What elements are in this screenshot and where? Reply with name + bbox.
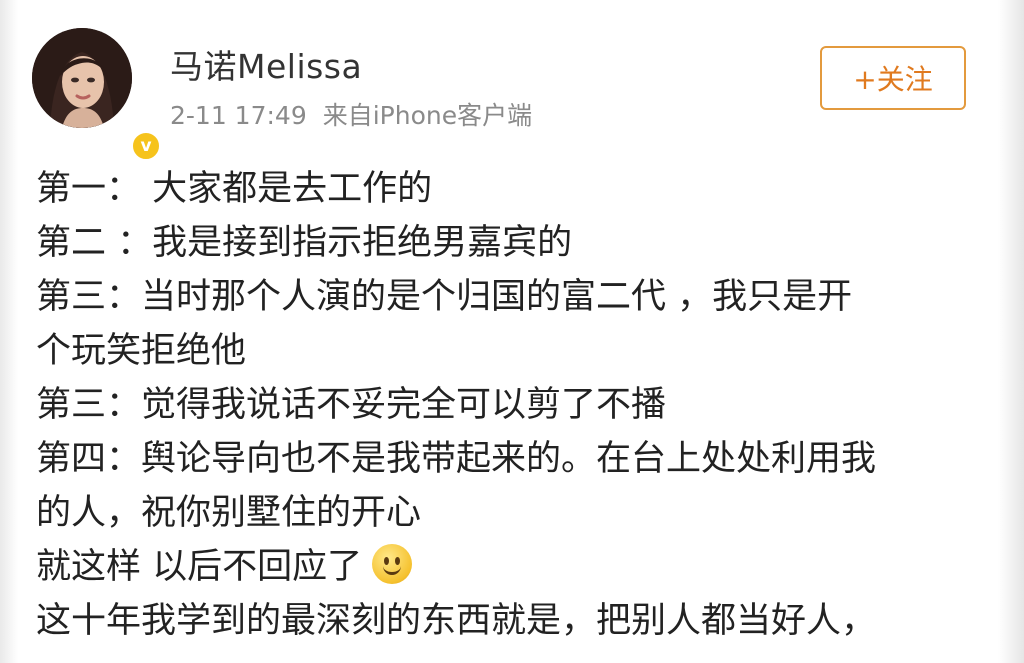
post-line: 第四：舆论导向也不是我带起来的。在台上处处利用我 [36,439,877,479]
username[interactable]: 马诺Melissa [170,40,362,88]
avatar-portrait-icon [32,28,132,128]
post-line: 这十年我学到的最深刻的东西就是，把别人都当好人， [36,601,877,641]
verified-badge-icon: v [130,130,162,162]
post-line: 个玩笑拒绝他 [36,331,247,371]
post-content: 第一： 大家都是去工作的 第二 ：我是接到指示拒绝男嘉宾的 第三：当时那个人演的… [36,162,986,648]
post-line: 的人，祝你别墅住的开心 [36,493,422,533]
avatar[interactable] [32,28,132,128]
post-line-with-emoji: 就这样 以后不回应了 [36,540,986,594]
post-line: 第二 ：我是接到指示拒绝男嘉宾的 [36,223,573,263]
post-header: v 马诺Melissa 2-11 17:49 来自iPhone客户端 +关注 [32,28,984,162]
post-line: 第三：当时那个人演的是个归国的富二代 ，我只是开 [36,277,853,317]
post-source: 来自iPhone客户端 [322,101,533,130]
right-edge-shadow [998,0,1024,663]
left-edge-shadow [0,0,18,663]
post-line: 第一： 大家都是去工作的 [36,169,433,209]
weibo-post-screenshot: v 马诺Melissa 2-11 17:49 来自iPhone客户端 +关注 第一… [0,0,1024,663]
post-meta: 2-11 17:49 来自iPhone客户端 [170,96,532,132]
post-timestamp: 2-11 17:49 [170,101,307,130]
post-line: 第三：觉得我说话不妥完全可以剪了不播 [36,385,667,425]
smile-emoji-icon [372,544,413,584]
post-line-text: 就这样 以后不回应了 [36,547,363,587]
follow-button[interactable]: +关注 [820,46,966,110]
